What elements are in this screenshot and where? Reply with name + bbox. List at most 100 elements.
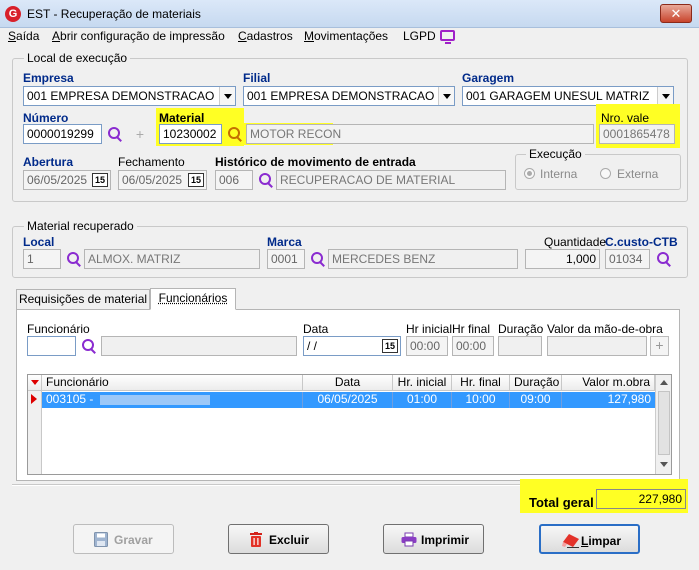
table-row[interactable]: 003105 - 06/05/2025 01:00 10:00 09:00 12… bbox=[42, 392, 655, 408]
filial-value: 001 EMPRESA DEMONSTRACAO bbox=[247, 89, 435, 103]
tab-funcionarios[interactable]: Funcionários bbox=[150, 288, 236, 310]
monitor-icon[interactable] bbox=[440, 30, 455, 44]
duracao-label: Duração bbox=[498, 322, 544, 336]
gravar-button[interactable]: Gravar bbox=[73, 524, 174, 554]
search-icon[interactable] bbox=[81, 338, 97, 354]
grid-header-hr-final[interactable]: Hr. final bbox=[452, 375, 510, 391]
grid-header-duracao[interactable]: Duração bbox=[510, 375, 562, 391]
search-icon[interactable] bbox=[656, 251, 672, 267]
cell-hr-final: 10:00 bbox=[452, 392, 510, 408]
search-icon[interactable] bbox=[310, 251, 326, 267]
execucao-legend: Execução bbox=[526, 147, 585, 161]
cell-hr-inicial: 01:00 bbox=[393, 392, 452, 408]
tab-requisicoes-material[interactable]: Requisições de material bbox=[16, 289, 150, 309]
abertura-value: 06/05/2025 bbox=[27, 173, 88, 187]
hr-final-field[interactable]: 00:00 bbox=[452, 336, 494, 356]
redacted-name bbox=[99, 394, 210, 405]
close-button[interactable]: ✕ bbox=[660, 4, 692, 23]
menu-cadastros[interactable]: Cadastros bbox=[238, 28, 293, 44]
ccusto-label: C.custo-CTB bbox=[605, 235, 678, 249]
search-icon[interactable] bbox=[227, 126, 243, 142]
window-title: EST - Recuperação de materiais bbox=[27, 7, 201, 21]
numero-field[interactable]: 0000019299 bbox=[23, 124, 102, 144]
chevron-down-icon bbox=[438, 87, 454, 105]
radio-interna[interactable] bbox=[524, 168, 535, 179]
limpar-button[interactable]: Limpar bbox=[539, 524, 640, 554]
menu-movimentacoes[interactable]: Movimentações bbox=[304, 28, 388, 44]
ccusto-field[interactable]: 01034 bbox=[605, 249, 650, 269]
marca-code-field[interactable]: 0001 bbox=[267, 249, 305, 269]
chevron-down-icon bbox=[657, 87, 673, 105]
cell-funcionario: 003105 - bbox=[42, 392, 303, 408]
marca-label: Marca bbox=[267, 235, 302, 249]
valor-field bbox=[547, 336, 647, 356]
gravar-label: Gravar bbox=[114, 533, 153, 547]
app-logo-icon: G bbox=[5, 6, 21, 22]
filial-label: Filial bbox=[243, 71, 271, 85]
sort-down-icon bbox=[31, 380, 39, 385]
chevron-up-icon[interactable] bbox=[660, 380, 668, 385]
grid-header-valor[interactable]: Valor m.obra bbox=[562, 375, 655, 391]
menu-bar: Saída Abrir configuração de impressão Ca… bbox=[0, 28, 699, 46]
trash-icon bbox=[250, 532, 262, 547]
add-icon[interactable]: + bbox=[134, 127, 146, 141]
radio-externa-label: Externa bbox=[617, 167, 659, 181]
radio-interna-label: Interna bbox=[540, 167, 578, 181]
grid-header-data[interactable]: Data bbox=[303, 375, 393, 391]
cell-funcionario-text: 003105 - bbox=[46, 392, 94, 406]
historico-label: Histórico de movimento de entrada bbox=[215, 155, 416, 169]
fechamento-value: 06/05/2025 bbox=[122, 173, 183, 187]
local-code-field[interactable]: 1 bbox=[23, 249, 61, 269]
local-label: Local bbox=[23, 235, 55, 249]
search-icon[interactable] bbox=[66, 251, 82, 267]
total-geral-value: 227,980 bbox=[596, 489, 686, 509]
grid-header-hr-inicial[interactable]: Hr. inicial bbox=[393, 375, 452, 391]
printer-icon bbox=[401, 532, 417, 547]
cell-data: 06/05/2025 bbox=[303, 392, 393, 408]
menu-abrir-configuracao[interactable]: Abrir configuração de impressão bbox=[52, 28, 225, 44]
abertura-label: Abertura bbox=[23, 155, 74, 169]
funcionario-name-field bbox=[101, 336, 297, 356]
garagem-select[interactable]: 001 GARAGEM UNESUL MATRIZ bbox=[462, 86, 674, 106]
total-geral-label: Total geral bbox=[529, 495, 594, 510]
historico-code-field[interactable]: 006 bbox=[215, 170, 253, 190]
radio-externa[interactable] bbox=[600, 168, 611, 179]
local-execucao-legend: Local de execução bbox=[24, 51, 131, 65]
material-code-field[interactable]: 10230002 bbox=[159, 124, 222, 144]
grid-header-funcionario[interactable]: Funcionário bbox=[42, 375, 303, 391]
historico-description: RECUPERACAO DE MATERIAL bbox=[276, 170, 506, 190]
empresa-value: 001 EMPRESA DEMONSTRACAO bbox=[27, 89, 215, 103]
local-description: ALMOX. MATRIZ bbox=[84, 249, 260, 269]
save-icon bbox=[94, 532, 108, 547]
cell-duracao: 09:00 bbox=[510, 392, 562, 408]
chevron-down-icon[interactable] bbox=[660, 462, 668, 467]
fechamento-label: Fechamento bbox=[118, 155, 185, 169]
quantidade-label: Quantidade bbox=[544, 235, 607, 249]
valor-label: Valor da mão-de-obra bbox=[547, 322, 663, 336]
filial-select[interactable]: 001 EMPRESA DEMONSTRACAO bbox=[243, 86, 455, 106]
hr-inicial-field[interactable]: 00:00 bbox=[406, 336, 448, 356]
calendar-icon[interactable]: 15 bbox=[382, 339, 398, 353]
calendar-icon[interactable]: 15 bbox=[188, 173, 204, 187]
hr-inicial-label: Hr inicial bbox=[406, 322, 453, 336]
material-description: MOTOR RECON bbox=[246, 124, 594, 144]
menu-lgpd[interactable]: LGPD bbox=[403, 28, 436, 44]
nro-vale-field: 0001865478 bbox=[599, 124, 675, 144]
calendar-icon[interactable]: 15 bbox=[92, 173, 108, 187]
empresa-select[interactable]: 001 EMPRESA DEMONSTRACAO bbox=[23, 86, 236, 106]
grid-indicator-header[interactable] bbox=[28, 375, 42, 391]
funcionarios-grid: Funcionário Data Hr. inicial Hr. final D… bbox=[27, 374, 672, 475]
quantidade-field[interactable]: 1,000 bbox=[525, 249, 600, 269]
excluir-button[interactable]: Excluir bbox=[228, 524, 329, 554]
grid-scrollbar[interactable] bbox=[655, 375, 671, 474]
search-icon[interactable] bbox=[107, 126, 123, 142]
limpar-label: Limpar bbox=[581, 534, 621, 548]
imprimir-button[interactable]: Imprimir bbox=[383, 524, 484, 554]
add-funcionario-button[interactable]: + bbox=[650, 336, 669, 356]
duracao-field bbox=[498, 336, 542, 356]
funcionario-code-field[interactable] bbox=[27, 336, 76, 356]
search-icon[interactable] bbox=[258, 172, 274, 188]
scroll-thumb[interactable] bbox=[658, 391, 670, 455]
menu-saida[interactable]: Saída bbox=[8, 28, 39, 44]
material-label: Material bbox=[159, 111, 205, 125]
